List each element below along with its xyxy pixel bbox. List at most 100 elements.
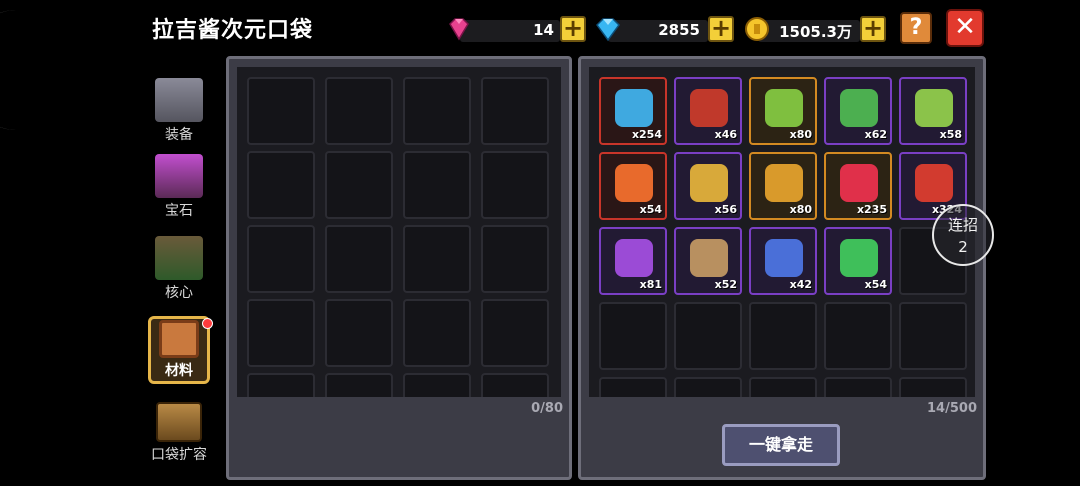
empty-slot[interactable] [325, 77, 393, 145]
empty-slot[interactable] [247, 151, 315, 219]
empty-slot[interactable] [674, 302, 742, 370]
empty-slot[interactable] [599, 302, 667, 370]
blue-wrench-material-icon [765, 239, 803, 277]
item-count: x235 [856, 203, 887, 216]
pocket-grid[interactable] [237, 67, 561, 397]
blue-gem-currency: 2855 + [594, 16, 734, 42]
pocket-capacity: 0/80 [531, 401, 563, 416]
material-slot[interactable]: x81 [599, 227, 667, 295]
take-all-button[interactable]: 一键拿走 [722, 424, 840, 466]
empty-slot[interactable] [481, 77, 549, 145]
bell-material-icon [690, 164, 728, 202]
empty-slot[interactable] [899, 302, 967, 370]
item-count: x52 [714, 278, 737, 291]
sidebar-item-equipment[interactable]: 装备 [146, 78, 212, 148]
page-title: 拉吉酱次元口袋 [152, 18, 314, 43]
red-crystal-material-icon [840, 164, 878, 202]
green-slime-material-icon [840, 239, 878, 277]
material-slot[interactable]: x80 [749, 152, 817, 220]
empty-slot[interactable] [325, 373, 393, 397]
material-slot[interactable]: x56 [674, 152, 742, 220]
help-button[interactable]: ? [900, 12, 932, 44]
item-count: x62 [864, 128, 887, 141]
empty-slot[interactable] [247, 77, 315, 145]
screen-edge-arc [0, 10, 16, 130]
add-blue-gem-button[interactable]: + [708, 16, 734, 42]
combo-value: 2 [958, 238, 968, 256]
empty-slot[interactable] [403, 225, 471, 293]
item-count: x80 [789, 128, 812, 141]
item-count: x54 [639, 203, 662, 216]
material-slot[interactable]: x54 [824, 227, 892, 295]
close-button[interactable]: ✕ [946, 9, 984, 47]
empty-slot[interactable] [403, 151, 471, 219]
horn-material-icon [690, 239, 728, 277]
materials-capacity: 14/500 [927, 401, 977, 416]
materials-grid[interactable]: x254x46x80x62x58x54x56x80x235x324x81x52x… [589, 67, 975, 397]
combo-counter: 连招 2 [932, 204, 994, 266]
materials-panel: x254x46x80x62x58x54x56x80x235x324x81x52x… [578, 56, 986, 480]
item-count: x80 [789, 203, 812, 216]
combo-label: 连招 [947, 216, 978, 234]
empty-slot[interactable] [481, 225, 549, 293]
empty-slot[interactable] [247, 299, 315, 367]
empty-slot[interactable] [899, 377, 967, 397]
empty-slot[interactable] [749, 377, 817, 397]
empty-slot[interactable] [403, 373, 471, 397]
pocket-panel: 0/80 [226, 56, 572, 480]
sidebar-item-label: 装备 [165, 127, 193, 143]
empty-slot[interactable] [599, 377, 667, 397]
item-count: x42 [789, 278, 812, 291]
empty-slot[interactable] [481, 151, 549, 219]
gold-coin-icon [745, 17, 769, 41]
red-talisman-material-icon [915, 164, 953, 202]
item-count: x58 [939, 128, 962, 141]
item-count: x46 [714, 128, 737, 141]
plant-pot-material-icon [915, 89, 953, 127]
material-slot[interactable]: x235 [824, 152, 892, 220]
sidebar-item-gems[interactable]: 宝石 [146, 154, 212, 224]
material-slot[interactable]: x62 [824, 77, 892, 145]
empty-slot[interactable] [403, 299, 471, 367]
pink-gem-currency: 14 + [446, 16, 586, 42]
purple-seal-material-icon [615, 239, 653, 277]
materials-book-icon [159, 320, 199, 358]
green-leaf-material-icon [765, 89, 803, 127]
fire-ore-material-icon [615, 164, 653, 202]
sidebar-item-label: 宝石 [165, 203, 193, 219]
empty-slot[interactable] [247, 225, 315, 293]
sidebar-item-materials[interactable]: 材料 [146, 320, 212, 390]
material-slot[interactable]: x80 [749, 77, 817, 145]
item-count: x81 [639, 278, 662, 291]
pickaxe-material-icon [765, 164, 803, 202]
material-slot[interactable]: x254 [599, 77, 667, 145]
material-slot[interactable]: x52 [674, 227, 742, 295]
empty-slot[interactable] [481, 373, 549, 397]
material-slot[interactable]: x58 [899, 77, 967, 145]
red-jelly-material-icon [690, 89, 728, 127]
pink-gem-value: 14 [533, 21, 554, 39]
add-pink-gem-button[interactable]: + [560, 16, 586, 42]
empty-slot[interactable] [824, 377, 892, 397]
empty-slot[interactable] [325, 299, 393, 367]
green-gun-material-icon [840, 89, 878, 127]
material-slot[interactable]: x46 [674, 77, 742, 145]
item-count: x54 [864, 278, 887, 291]
material-slot[interactable]: x54 [599, 152, 667, 220]
empty-slot[interactable] [247, 373, 315, 397]
armor-icon [155, 78, 203, 122]
material-slot[interactable]: x42 [749, 227, 817, 295]
sidebar-item-pocket-expand[interactable]: 口袋扩容 [140, 402, 218, 472]
empty-slot[interactable] [749, 302, 817, 370]
empty-slot[interactable] [481, 299, 549, 367]
add-gold-button[interactable]: + [860, 16, 886, 42]
gem-crystal-icon [155, 154, 203, 198]
sidebar-item-core[interactable]: 核心 [146, 236, 212, 306]
empty-slot[interactable] [824, 302, 892, 370]
empty-slot[interactable] [403, 77, 471, 145]
item-count: x254 [631, 128, 662, 141]
empty-slot[interactable] [325, 151, 393, 219]
empty-slot[interactable] [674, 377, 742, 397]
empty-slot[interactable] [325, 225, 393, 293]
gold-currency: 1505.3万 + [744, 16, 886, 42]
